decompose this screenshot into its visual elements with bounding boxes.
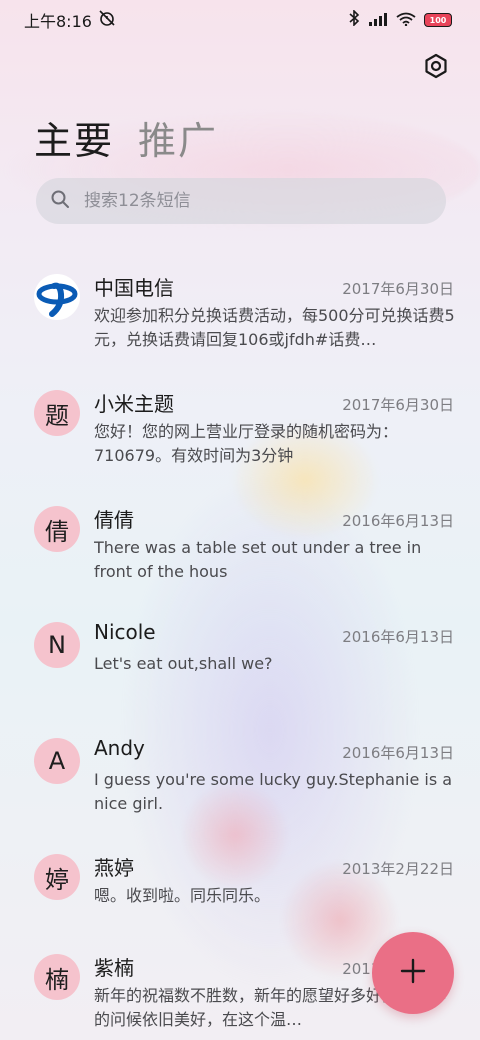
status-time: 上午8:16 [24, 12, 92, 31]
contact-avatar: 题 [34, 390, 80, 436]
conversation-date: 2016年6月13日 [342, 628, 454, 646]
status-right: 100 [348, 9, 452, 30]
battery-icon: 100 [424, 13, 452, 27]
conversation-name: 倩倩 [94, 508, 134, 532]
conversation-name: 紫楠 [94, 956, 134, 980]
conversation-date: 2017年6月30日 [342, 396, 454, 414]
conversation-snippet: I guess you're some lucky guy.Stephanie … [94, 770, 453, 813]
compose-button[interactable] [372, 932, 454, 1014]
conversation-item[interactable]: 题 小米主题 2017年6月30日 您好！您的网上营业厅登录的随机密码为：710… [0, 374, 480, 490]
signal-icon [368, 11, 388, 30]
conversation-name: Nicole [94, 620, 156, 644]
conversation-name: Andy [94, 736, 145, 760]
tab-promotions[interactable]: 推广 [138, 110, 218, 165]
status-left: 上午8:16 [24, 8, 116, 32]
conversation-snippet: 欢迎参加积分兑换话费活动，每500分可兑换话费5元，兑换话费请回复106或jfd… [94, 306, 455, 349]
conversation-list: 中国电信 2017年6月30日 欢迎参加积分兑换话费活动，每500分可兑换话费5… [0, 258, 480, 1040]
bluetooth-icon [348, 9, 360, 30]
conversation-name: 燕婷 [94, 856, 134, 880]
conversation-snippet: There was a table set out under a tree i… [94, 538, 422, 581]
battery-level: 100 [429, 15, 447, 25]
conversation-snippet: 嗯。收到啦。同乐同乐。 [94, 886, 271, 905]
alarm-muted-icon [98, 9, 116, 31]
conversation-item[interactable]: 婷 燕婷 2013年2月22日 嗯。收到啦。同乐同乐。 [0, 838, 480, 938]
settings-button[interactable] [420, 52, 452, 84]
china-telecom-logo-icon [34, 274, 80, 320]
contact-avatar: A [34, 738, 80, 784]
contact-avatar: 婷 [34, 854, 80, 900]
contact-avatar: 楠 [34, 954, 80, 1000]
contact-avatar: N [34, 622, 80, 668]
search-input[interactable] [84, 191, 424, 211]
conversation-date: 2017年6月30日 [342, 280, 454, 298]
tab-primary[interactable]: 主要 [34, 110, 114, 165]
search-bar[interactable] [36, 178, 446, 224]
tab-bar: 主要 推广 [34, 110, 218, 165]
conversation-item[interactable]: N Nicole 2016年6月13日 Let's eat out,shall … [0, 606, 480, 722]
conversation-snippet: Let's eat out,shall we? [94, 654, 273, 673]
search-icon [50, 189, 70, 213]
wifi-icon [396, 11, 416, 30]
conversation-date: 2016年6月13日 [342, 744, 454, 762]
conversation-item[interactable]: 中国电信 2017年6月30日 欢迎参加积分兑换话费活动，每500分可兑换话费5… [0, 258, 480, 374]
conversation-name: 中国电信 [94, 276, 174, 300]
conversation-date: 2013年2月22日 [342, 860, 454, 878]
conversation-item[interactable]: A Andy 2016年6月13日 I guess you're some lu… [0, 722, 480, 838]
conversation-name: 小米主题 [94, 392, 174, 416]
plus-icon [399, 957, 427, 989]
conversation-snippet: 您好！您的网上营业厅登录的随机密码为：710679。有效时间为3分钟 [94, 422, 399, 465]
status-bar: 上午8:16 100 [0, 0, 480, 40]
settings-icon [423, 53, 449, 83]
conversation-item[interactable]: 倩 倩倩 2016年6月13日 There was a table set ou… [0, 490, 480, 606]
conversation-date: 2016年6月13日 [342, 512, 454, 530]
contact-avatar: 倩 [34, 506, 80, 552]
